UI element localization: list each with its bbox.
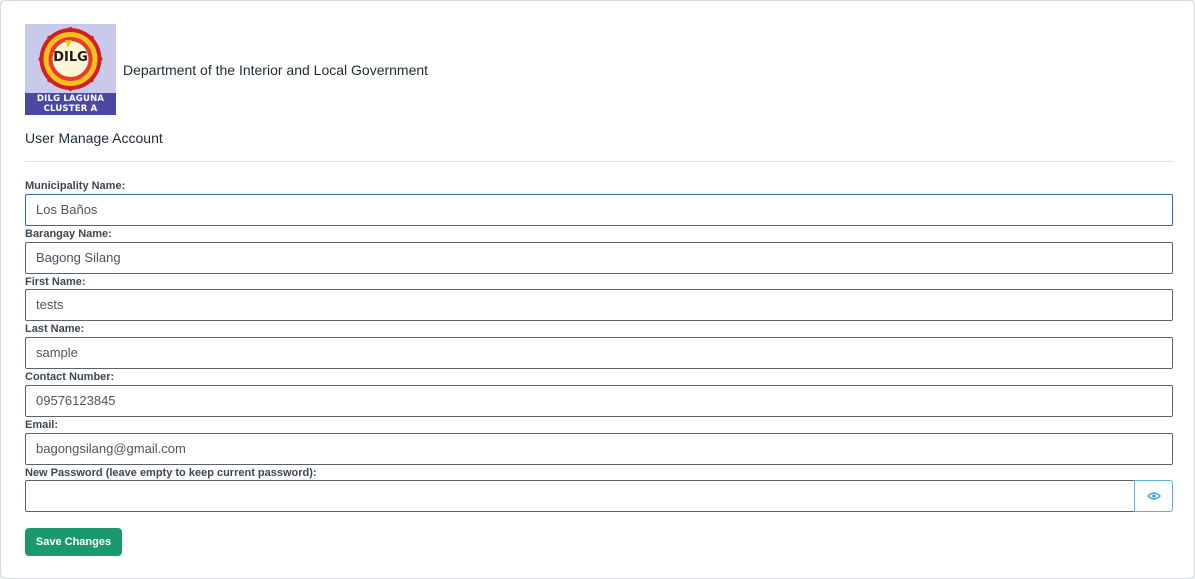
municipality-input[interactable]: Los Baños bbox=[25, 194, 1173, 226]
last-name-input[interactable]: sample bbox=[25, 337, 1173, 369]
contact-label: Contact Number: bbox=[25, 371, 115, 383]
save-changes-button[interactable]: Save Changes bbox=[25, 528, 122, 556]
password-label: New Password (leave empty to keep curren… bbox=[25, 467, 317, 479]
toggle-password-button[interactable] bbox=[1134, 480, 1173, 512]
eye-icon bbox=[1146, 492, 1161, 500]
barangay-label: Barangay Name: bbox=[25, 228, 112, 240]
first-name-label: First Name: bbox=[25, 276, 86, 288]
last-name-label: Last Name: bbox=[25, 323, 85, 335]
header: DILG DILG LAGUNA CLUSTER A Department of… bbox=[25, 24, 428, 115]
barangay-input[interactable]: Bagong Silang bbox=[25, 242, 1173, 274]
divider bbox=[25, 161, 1173, 162]
page-title: User Manage Account bbox=[25, 130, 163, 146]
contact-input[interactable]: 09576123845 bbox=[25, 385, 1173, 417]
first-name-input[interactable]: tests bbox=[25, 289, 1173, 321]
logo-band-line1: DILG LAGUNA bbox=[36, 94, 105, 104]
logo-band-line2: CLUSTER A bbox=[43, 104, 98, 114]
logo-band: DILG LAGUNA CLUSTER A bbox=[25, 93, 116, 115]
logo-text: DILG bbox=[53, 50, 88, 65]
email-label: Email: bbox=[25, 419, 59, 431]
dilg-logo: DILG DILG LAGUNA CLUSTER A bbox=[25, 24, 116, 115]
org-name: Department of the Interior and Local Gov… bbox=[123, 61, 429, 78]
municipality-label: Municipality Name: bbox=[25, 180, 126, 192]
email-input[interactable]: bagongsilang@gmail.com bbox=[25, 433, 1173, 465]
account-card: DILG DILG LAGUNA CLUSTER A Department of… bbox=[0, 0, 1195, 579]
password-input[interactable] bbox=[25, 480, 1135, 512]
